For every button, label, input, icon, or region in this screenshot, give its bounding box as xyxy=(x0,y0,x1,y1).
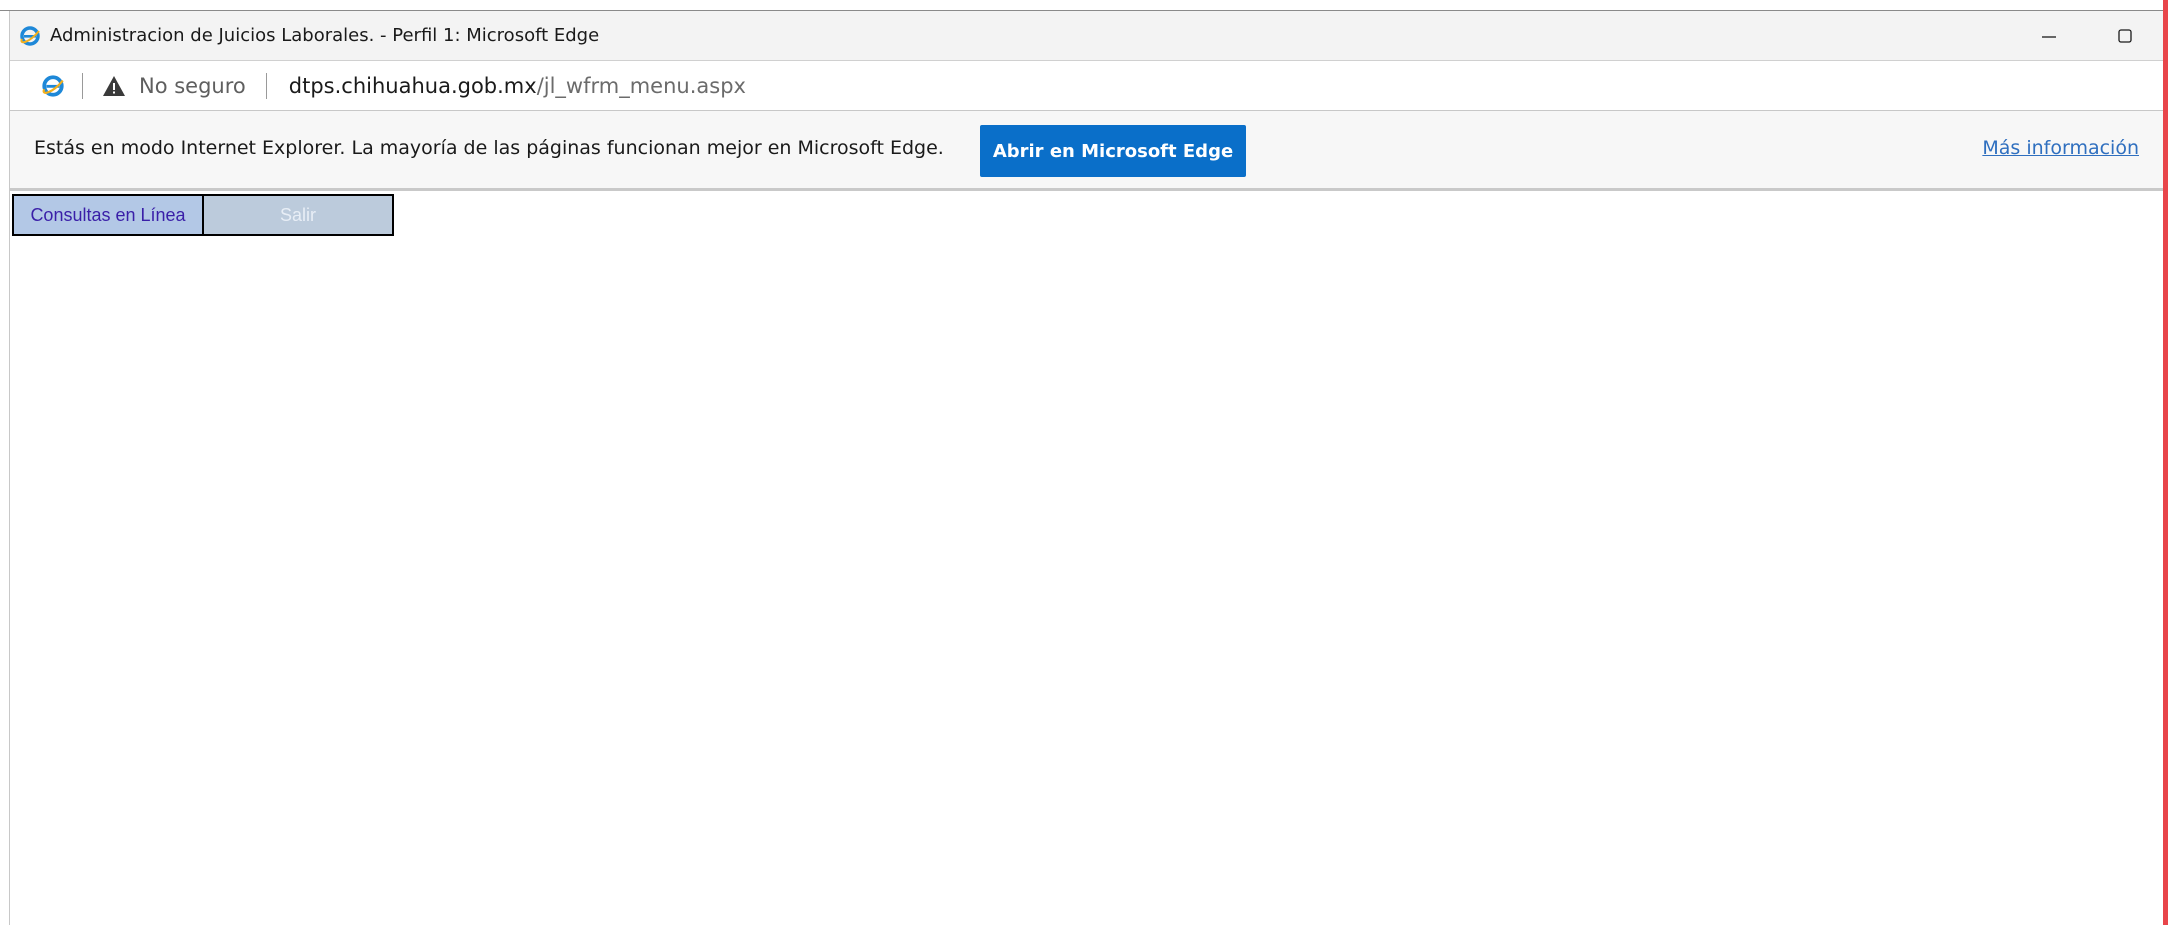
menu-item-salir[interactable]: Salir xyxy=(204,194,394,236)
address-separator xyxy=(82,72,83,99)
window-controls xyxy=(2011,11,2163,61)
title-bar: Administracion de Juicios Laborales. - P… xyxy=(10,11,2163,61)
url-field[interactable]: dtps.chihuahua.gob.mx/jl_wfrm_menu.aspx xyxy=(289,74,746,98)
window-title: Administracion de Juicios Laborales. - P… xyxy=(50,25,600,46)
address-bar[interactable]: No seguro dtps.chihuahua.gob.mx/jl_wfrm_… xyxy=(10,61,2163,111)
infobar-message: Estás en modo Internet Explorer. La mayo… xyxy=(34,137,944,159)
page-menu: Consultas en Línea Salir xyxy=(12,194,394,236)
ie-mode-icon[interactable] xyxy=(40,73,66,99)
more-info-link[interactable]: Más información xyxy=(1982,137,2139,159)
warning-icon[interactable] xyxy=(101,73,127,99)
window-left-edge xyxy=(0,11,10,925)
url-path: /jl_wfrm_menu.aspx xyxy=(536,73,746,98)
address-separator xyxy=(265,72,267,99)
ie-mode-infobar: Estás en modo Internet Explorer. La mayo… xyxy=(10,111,2163,191)
security-label[interactable]: No seguro xyxy=(139,74,246,98)
url-host: dtps.chihuahua.gob.mx xyxy=(288,73,537,98)
window-right-edge xyxy=(2163,0,2168,925)
maximize-icon xyxy=(2118,29,2132,43)
menu-item-consultas[interactable]: Consultas en Línea xyxy=(12,194,204,236)
internet-explorer-icon xyxy=(18,24,42,48)
minimize-button[interactable] xyxy=(2011,11,2087,61)
browser-window: Administracion de Juicios Laborales. - P… xyxy=(0,0,2168,925)
maximize-button[interactable] xyxy=(2087,11,2163,61)
window-top-border xyxy=(0,0,2168,11)
minimize-icon xyxy=(2042,36,2056,38)
open-in-edge-button[interactable]: Abrir en Microsoft Edge xyxy=(980,125,1246,177)
